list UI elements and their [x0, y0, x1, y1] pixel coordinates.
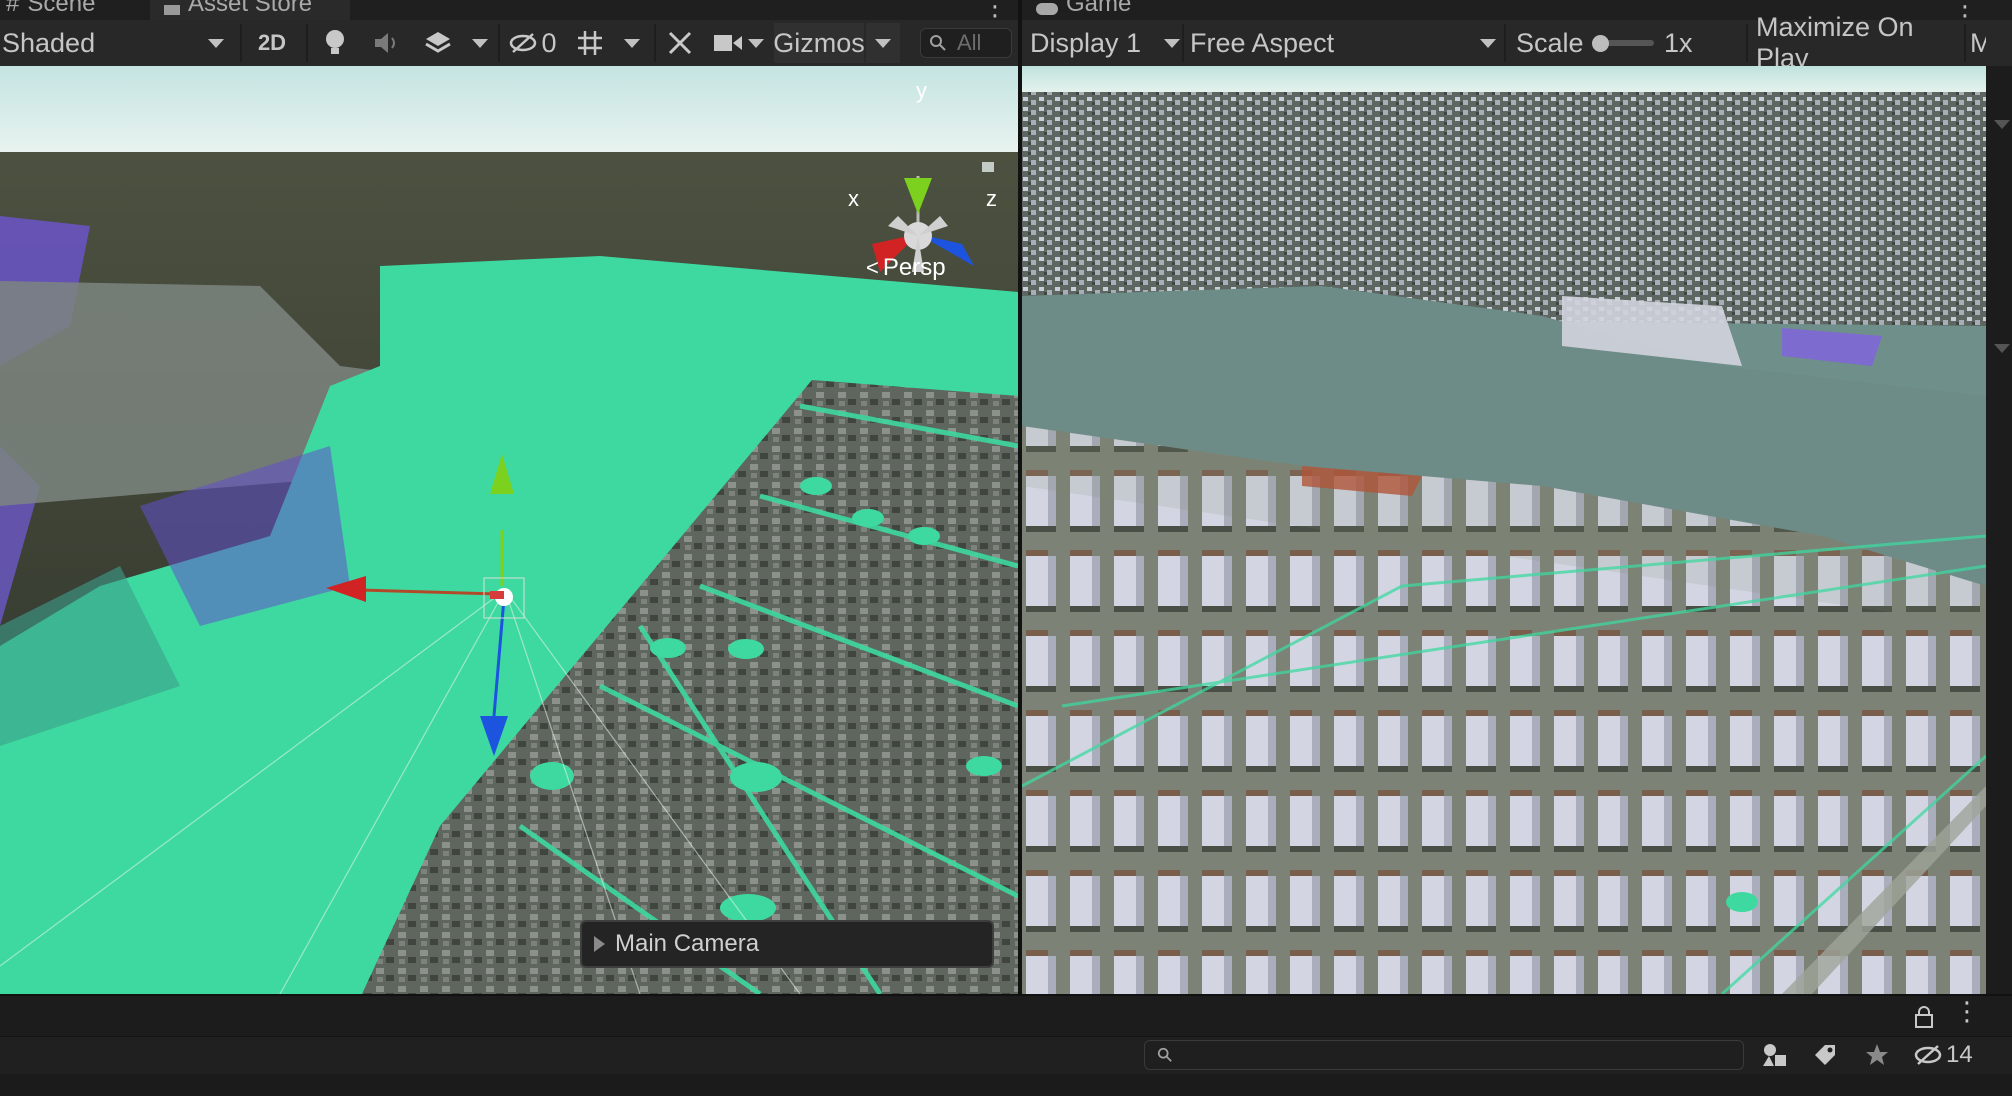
- toolbar-overflow-text: M: [1970, 27, 1986, 58]
- hidden-packages-count: 14: [1946, 1041, 1973, 1068]
- toolbar-divider: [240, 24, 242, 62]
- toolbar-divider: [1504, 24, 1506, 62]
- draw-mode-dropdown[interactable]: Shaded: [0, 20, 230, 66]
- mode-2d-label: 2D: [257, 30, 287, 55]
- tab-game[interactable]: Game: [1036, 0, 1176, 20]
- bottom-kebab-icon[interactable]: ⋮: [1954, 996, 1980, 1027]
- toolbar-divider: [1964, 24, 1966, 62]
- gizmos-button[interactable]: Gizmos: [773, 23, 865, 63]
- hidden-count: 0: [541, 27, 557, 58]
- eye-slash-icon: [510, 33, 537, 53]
- chevron-down-icon: [624, 38, 640, 48]
- gizmo-y-label[interactable]: y: [916, 78, 927, 104]
- gizmos-label: Gizmos: [773, 27, 865, 58]
- tab-game-label: Game: [1066, 0, 1132, 17]
- aspect-label: Free Aspect: [1190, 27, 1335, 58]
- scale-value: 1x: [1664, 20, 1704, 66]
- chevron-down-icon[interactable]: [1994, 120, 2010, 129]
- hidden-packages-toggle[interactable]: 14: [1914, 1038, 1973, 1072]
- store-bag-icon: [164, 5, 180, 15]
- grid-icon: [578, 31, 602, 55]
- chevron-down-icon: [875, 38, 891, 48]
- lock-icon[interactable]: [1914, 1004, 1934, 1035]
- chevron-down-icon[interactable]: [1994, 344, 2010, 353]
- chevron-down-icon: [472, 38, 488, 48]
- scene-search-placeholder: All: [957, 30, 982, 55]
- tab-asset-store-label: Asset Store: [188, 0, 313, 17]
- toolbar-divider: [1746, 24, 1748, 62]
- tab-scene-label: Scene: [27, 0, 96, 17]
- layers-icon: [425, 32, 451, 53]
- display-label: Display 1: [1030, 27, 1142, 58]
- effects-toggle-button[interactable]: [418, 20, 458, 66]
- scale-slider-handle[interactable]: [1592, 35, 1609, 52]
- chevron-down-icon: [748, 38, 764, 48]
- hash-icon: #: [6, 0, 20, 17]
- speaker-icon: [375, 33, 395, 53]
- gizmo-x-label[interactable]: x: [848, 186, 859, 212]
- maximize-on-play-toggle[interactable]: Maximize On Play: [1756, 12, 1962, 73]
- lock-icon-glyph: [1915, 1006, 1933, 1028]
- video-camera-icon: [714, 35, 742, 51]
- camera-preview-label: Main Camera: [615, 930, 760, 957]
- scene-visibility-button[interactable]: 0: [506, 20, 560, 66]
- eye-slash-icon: [1914, 1045, 1942, 1065]
- bottom-panel-body: [0, 1074, 2012, 1096]
- effects-dropdown[interactable]: [468, 20, 492, 66]
- grid-dropdown[interactable]: [620, 20, 644, 66]
- audio-toggle-button[interactable]: [370, 20, 404, 66]
- scene-kebab-icon[interactable]: ⋮: [982, 0, 1008, 19]
- scene-search-field[interactable]: All: [920, 28, 1012, 58]
- chevron-down-icon: [1480, 38, 1496, 48]
- tools-icon: [668, 31, 692, 55]
- bottom-panel-header: [0, 994, 2012, 1038]
- gizmos-dropdown[interactable]: [866, 23, 900, 63]
- gamepad-icon: [1036, 3, 1058, 15]
- expand-triangle-icon: [594, 936, 605, 952]
- chevron-left-icon: <: [866, 255, 879, 280]
- star-icon: [1866, 1044, 1888, 1065]
- gizmo-z-label[interactable]: z: [986, 186, 997, 212]
- projection-label: Persp: [882, 254, 946, 281]
- scene-render: [0, 66, 1018, 994]
- aspect-dropdown[interactable]: Free Aspect: [1190, 20, 1496, 66]
- tag-icon: [1815, 1045, 1835, 1065]
- scale-label: Scale: [1516, 20, 1596, 66]
- chevron-down-icon: [1164, 38, 1180, 48]
- toolbar-divider: [1182, 24, 1184, 62]
- scene-view[interactable]: y x z < Persp Main Camera: [0, 66, 1018, 994]
- camera-settings-dropdown[interactable]: [744, 20, 768, 66]
- draw-mode-label: Shaded: [2, 27, 96, 58]
- lightbulb-icon: [326, 30, 344, 54]
- toolbar-divider: [654, 24, 656, 62]
- display-dropdown[interactable]: Display 1: [1030, 20, 1180, 66]
- filter-by-type-button[interactable]: [1758, 1040, 1792, 1070]
- tools-button[interactable]: [662, 20, 698, 66]
- lighting-toggle-button[interactable]: [320, 20, 350, 66]
- scale-label-text: Scale: [1516, 27, 1584, 58]
- grid-toggle-button[interactable]: [572, 20, 608, 66]
- game-view[interactable]: [1022, 66, 1986, 994]
- tab-scene[interactable]: # Scene: [6, 0, 146, 20]
- toolbar-divider: [306, 24, 308, 62]
- filter-by-label-button[interactable]: [1808, 1040, 1842, 1070]
- maximize-on-play-label: Maximize On Play: [1756, 12, 1914, 73]
- search-icon: [1157, 1047, 1172, 1062]
- search-icon: [930, 35, 946, 51]
- scale-value-text: 1x: [1664, 27, 1693, 58]
- mode-2d-button[interactable]: 2D: [250, 20, 294, 66]
- toolbar-overflow[interactable]: M: [1970, 20, 1986, 66]
- game-render: [1022, 66, 1986, 994]
- favorites-button[interactable]: [1860, 1040, 1894, 1070]
- camera-settings-button[interactable]: [710, 20, 746, 66]
- shapes-icon: [1763, 1044, 1786, 1066]
- tab-asset-store[interactable]: Asset Store: [150, 0, 350, 20]
- chevron-down-icon: [208, 38, 224, 48]
- camera-preview-header[interactable]: Main Camera: [580, 920, 994, 968]
- bottom-search-field[interactable]: [1144, 1040, 1744, 1070]
- inspector-collapsed-strip: [1986, 66, 2012, 994]
- toolbar-divider: [498, 24, 500, 62]
- projection-toggle[interactable]: < Persp: [866, 254, 946, 282]
